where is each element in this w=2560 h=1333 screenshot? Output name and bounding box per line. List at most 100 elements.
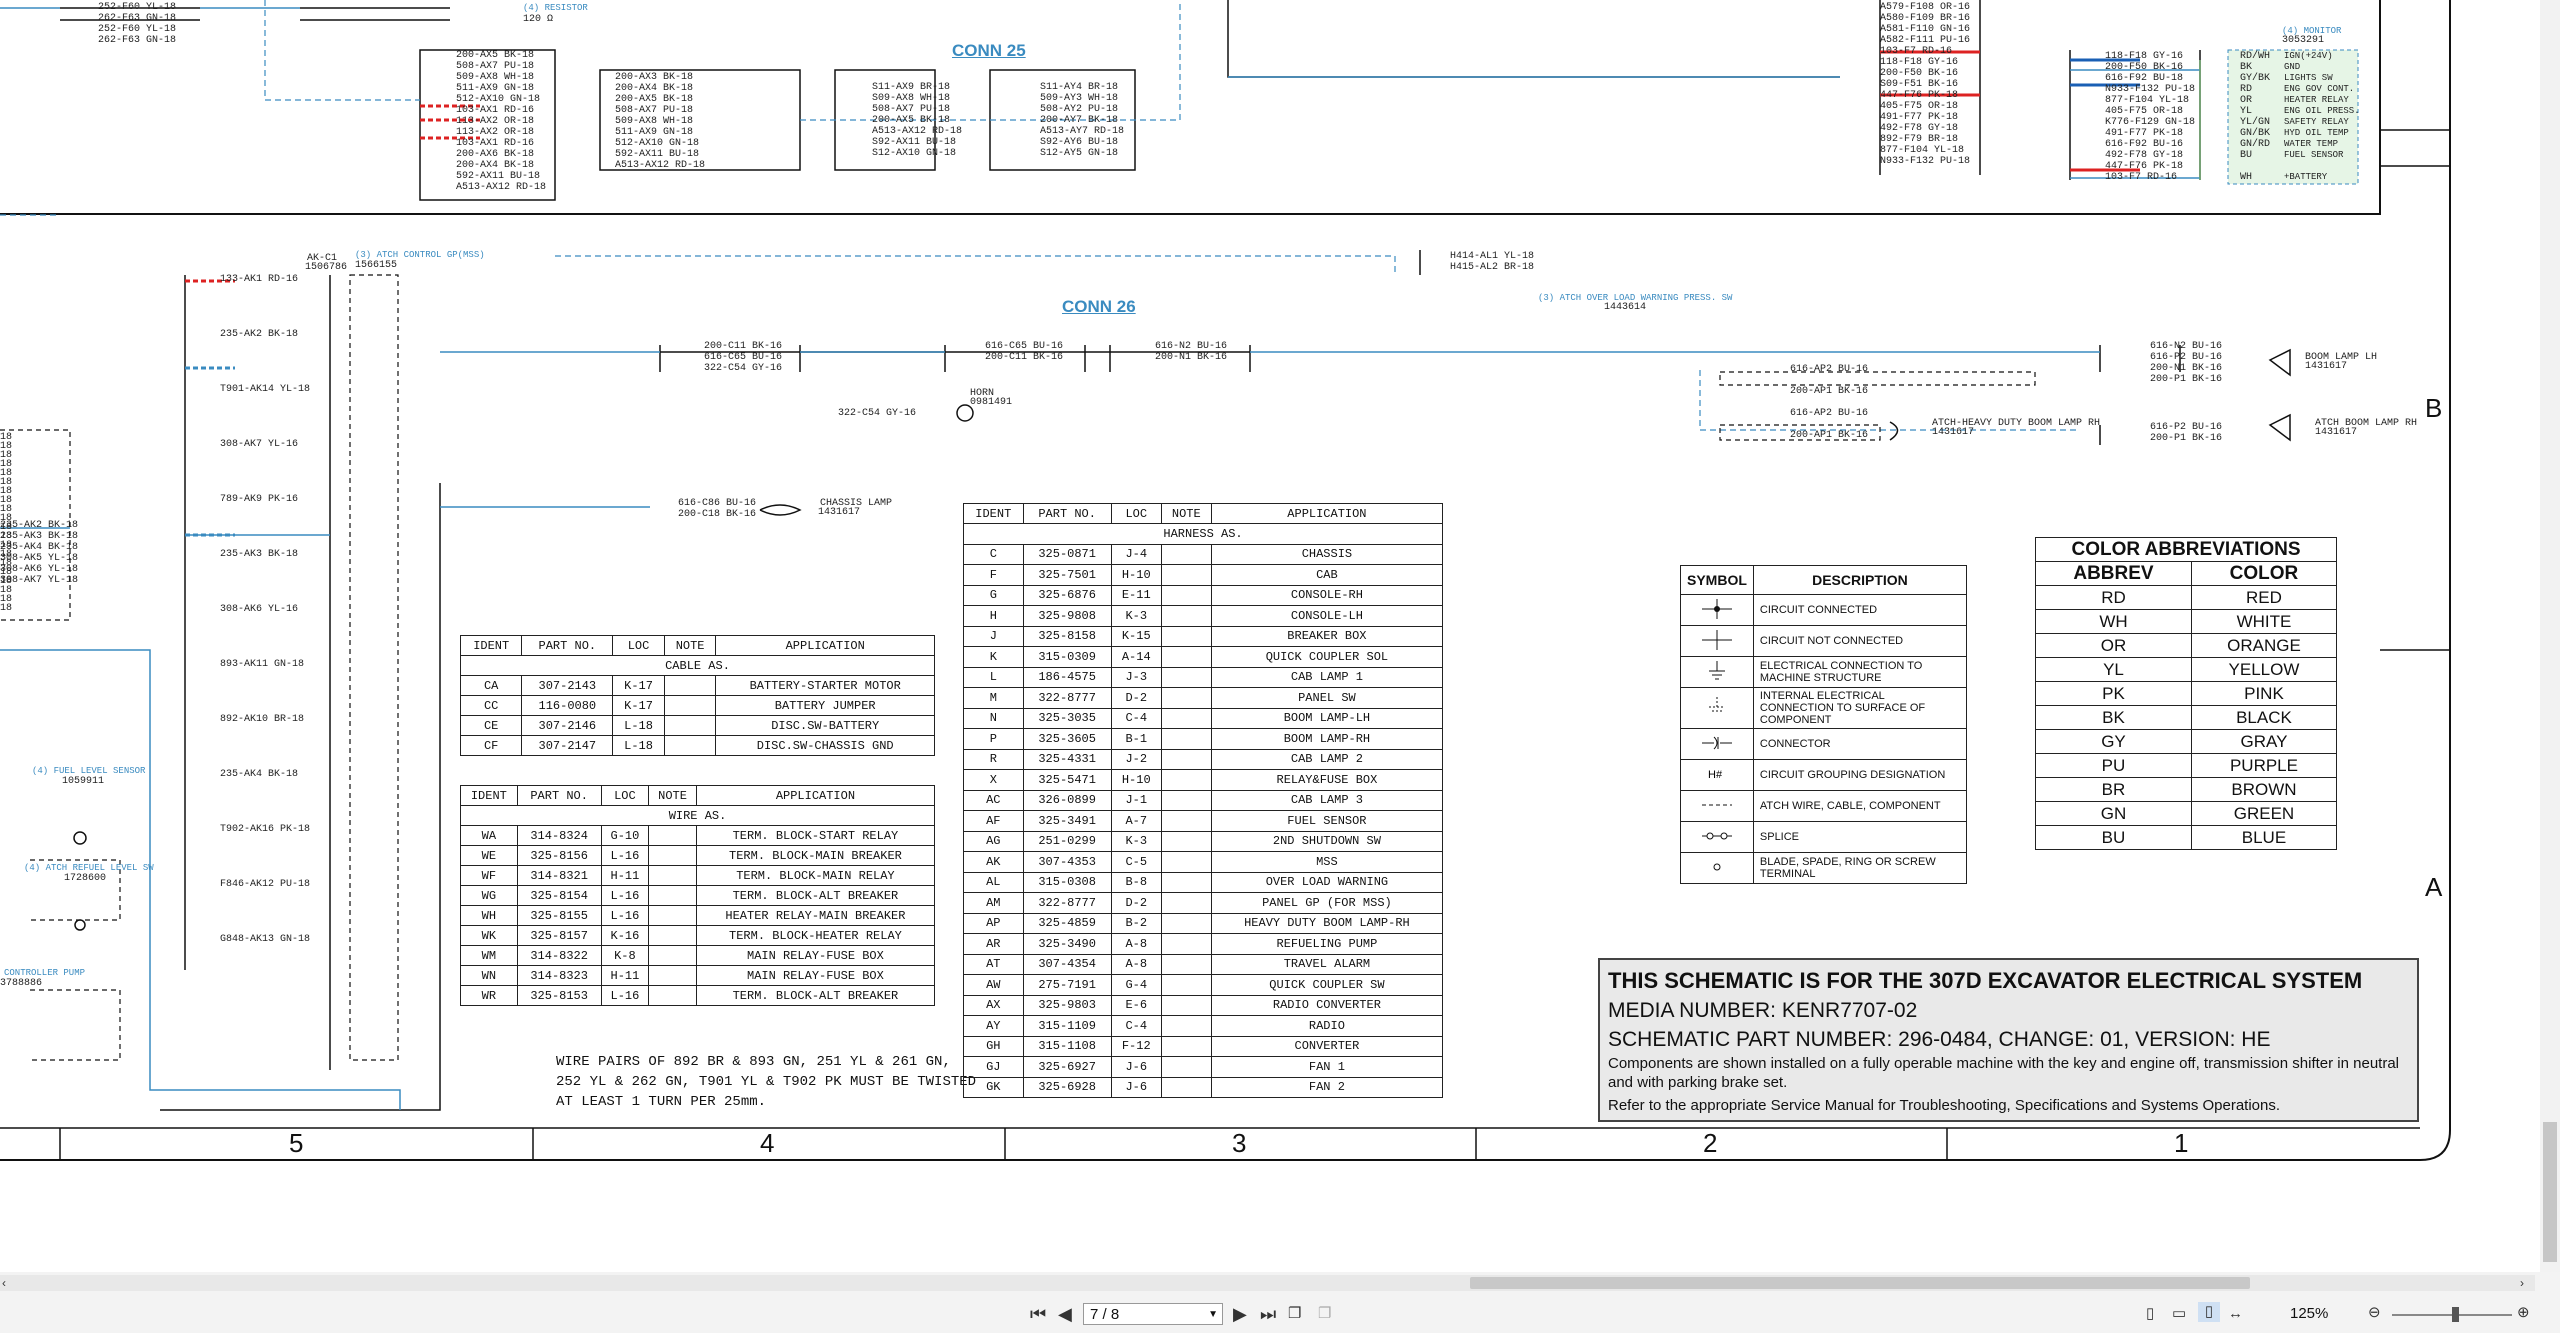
table-cell: CA (459, 675, 523, 696)
table-cell: G-10 (600, 825, 650, 846)
two-page-view-icon[interactable]: ▯ (2198, 1302, 2220, 1322)
atch-control-pn: 1566155 (355, 260, 398, 271)
table-row: WM 314-8322 K-8 MAIN RELAY-FUSE BOX (460, 945, 936, 966)
zone-col-2: 2 (1703, 1128, 1718, 1158)
wire-header-cell: APPLICATION (695, 785, 936, 806)
table-row: AL 315-0308 B-8 OVER LOAD WARNING (963, 871, 1444, 893)
wire-note-line: 252 YL & 262 GN, T901 YL & T902 PK MUST … (556, 1074, 977, 1090)
schematic-canvas[interactable]: CONN 25 CONN 26 (4) RESISTOR 120 Ω (4) M… (0, 0, 2560, 1272)
table-cell: 325-8154 (516, 885, 602, 906)
table-cell: BATTERY-STARTER MOTOR (715, 675, 935, 696)
color-abbreviations-table: COLOR ABBREVIATIONS ABBREV COLOR RD RED WH W… (2035, 537, 2338, 850)
zone-col-4: 4 (760, 1128, 775, 1158)
table-cell: GK (963, 1076, 1024, 1098)
page-selector[interactable]: 7 / 8 ▼ (1083, 1303, 1223, 1325)
legend-row: INTERNAL ELECTRICAL CONNECTION TO SURFAC… (1680, 687, 1968, 729)
table-cell: 325-9803 (1022, 994, 1112, 1016)
last-page-icon[interactable]: ⏭ (1260, 1304, 1276, 1324)
zoom-in-icon[interactable]: ⊕ (2517, 1303, 2530, 1323)
atch-control-ref[interactable]: (3) ATCH CONTROL GP(MSS) (355, 250, 485, 260)
table-cell: CF (459, 735, 523, 756)
table-row: AK 307-4353 C-5 MSS (963, 851, 1444, 873)
wire-label: H415-AL2 BR-18 (1450, 262, 1535, 273)
color-row: OR ORANGE (2035, 633, 2338, 658)
table-cell: AW (963, 974, 1024, 996)
table-cell: QUICK COUPLER SW (1210, 974, 1444, 996)
legend-description: BLADE, SPADE, RING OR SCREW TERMINAL (1752, 852, 1968, 884)
controller-pump-ref[interactable]: CONTROLLER PUMP (4, 968, 85, 978)
color-row: BU BLUE (2035, 825, 2338, 850)
wire-label: S12-AX10 GN-18 (872, 148, 957, 159)
legend-row: H# CIRCUIT GROUPING DESIGNATION (1680, 759, 1968, 791)
resistor-ref[interactable]: (4) RESISTOR (523, 3, 588, 13)
horizontal-scroll-thumb[interactable] (1470, 1277, 2250, 1289)
horizontal-scrollbar[interactable]: ‹ › (0, 1275, 2535, 1291)
service-manual-note: Refer to the appropriate Service Manual … (1608, 1097, 2281, 1114)
table-cell: K-17 (612, 695, 665, 716)
fit-width-icon[interactable]: ↔ (2228, 1304, 2243, 1324)
table-cell: AK (963, 851, 1024, 873)
table-cell (1160, 769, 1212, 791)
cable-table-header: IDENT PART NO. LOC NOTE APPLICATION (459, 635, 935, 656)
table-row: AC 326-0899 J-1 CAB LAMP 3 (963, 789, 1444, 811)
table-cell: RADIO CONVERTER (1210, 994, 1444, 1016)
vertical-scroll-thumb[interactable] (2543, 1122, 2557, 1262)
table-cell: 307-2146 (521, 715, 614, 736)
table-cell (663, 675, 717, 696)
fuel-level-ref[interactable]: (4) FUEL LEVEL SENSOR (32, 766, 145, 776)
table-row: CA 307-2143 K-17 BATTERY-STARTER MOTOR (459, 675, 935, 696)
color-row: PU PURPLE (2035, 753, 2338, 778)
zoom-out-icon[interactable]: ⊖ (2368, 1303, 2381, 1323)
previous-page-icon[interactable]: ◀ (1058, 1304, 1072, 1324)
table-cell: 325-3605 (1022, 728, 1112, 750)
vertical-scrollbar[interactable] (2540, 0, 2560, 1272)
legend-symbol-cell (1680, 656, 1754, 688)
machine-ground-icon (1702, 660, 1732, 684)
table-row: L 186-4575 J-3 CAB LAMP 1 (963, 666, 1444, 688)
circuit-connected-icon (1701, 598, 1732, 622)
scroll-right-icon[interactable]: › (2520, 1273, 2524, 1293)
table-row: AW 275-7191 G-4 QUICK COUPLER SW (963, 974, 1444, 996)
atch-refuel-ref[interactable]: (4) ATCH REFUEL LEVEL SW (24, 863, 154, 873)
table-cell: 315-0308 (1022, 871, 1112, 893)
table-cell (663, 695, 717, 716)
color-row: RD RED (2035, 585, 2338, 610)
table-row: H 325-9808 K-3 CONSOLE-LH (963, 605, 1444, 627)
table-cell: CHASSIS (1210, 543, 1444, 565)
copy-page-icon[interactable]: ❐ (1288, 1304, 1301, 1324)
table-cell: 315-1109 (1022, 1015, 1112, 1037)
first-page-icon[interactable]: ⏮ (1030, 1304, 1046, 1324)
table-cell: 322-8777 (1022, 687, 1112, 709)
paste-page-icon[interactable]: ❐ (1318, 1304, 1331, 1324)
table-cell: 307-2147 (521, 735, 614, 756)
table-cell: AG (963, 830, 1024, 852)
zoom-slider-handle[interactable] (2452, 1307, 2459, 1322)
wire-label: WH (2240, 172, 2253, 183)
table-cell (1160, 912, 1212, 934)
table-cell: BOOM LAMP-RH (1210, 728, 1444, 750)
cable-header-cell: LOC (612, 635, 665, 656)
table-cell: J-4 (1110, 543, 1162, 565)
table-row: X 325-5471 H-10 RELAY&FUSE BOX (963, 769, 1444, 791)
single-page-view-icon[interactable]: ▯ (2146, 1304, 2154, 1324)
table-cell: K-16 (600, 925, 650, 946)
color-abbrev: BK (2035, 705, 2192, 730)
table-row: GK 325-6928 J-6 FAN 2 (963, 1076, 1444, 1098)
color-abbrev: WH (2035, 609, 2192, 634)
continuous-view-icon[interactable]: ▭ (2172, 1304, 2186, 1324)
table-cell: TERM. BLOCK-ALT BREAKER (695, 885, 936, 906)
table-row: WR 325-8153 L-16 TERM. BLOCK-ALT BREAKER (460, 985, 936, 1006)
table-cell (1160, 851, 1212, 873)
table-cell: C-4 (1110, 1015, 1162, 1037)
legend-description: CIRCUIT GROUPING DESIGNATION (1752, 759, 1968, 791)
table-cell: 325-8157 (516, 925, 602, 946)
table-cell (1160, 974, 1212, 996)
twisted-pair-note: WIRE PAIRS OF 892 BR & 893 GN, 251 YL & … (556, 1052, 976, 1112)
scroll-left-icon[interactable]: ‹ (2, 1273, 6, 1293)
circuit-not-connected-icon (1701, 629, 1732, 653)
next-page-icon[interactable]: ▶ (1233, 1304, 1247, 1324)
grouping-icon: H# (1702, 769, 1732, 787)
wire-label: 789-AK9 PK-16 (220, 494, 299, 505)
table-cell: CONVERTER (1210, 1035, 1444, 1057)
zoom-level[interactable]: 125% (2290, 1305, 2328, 1322)
